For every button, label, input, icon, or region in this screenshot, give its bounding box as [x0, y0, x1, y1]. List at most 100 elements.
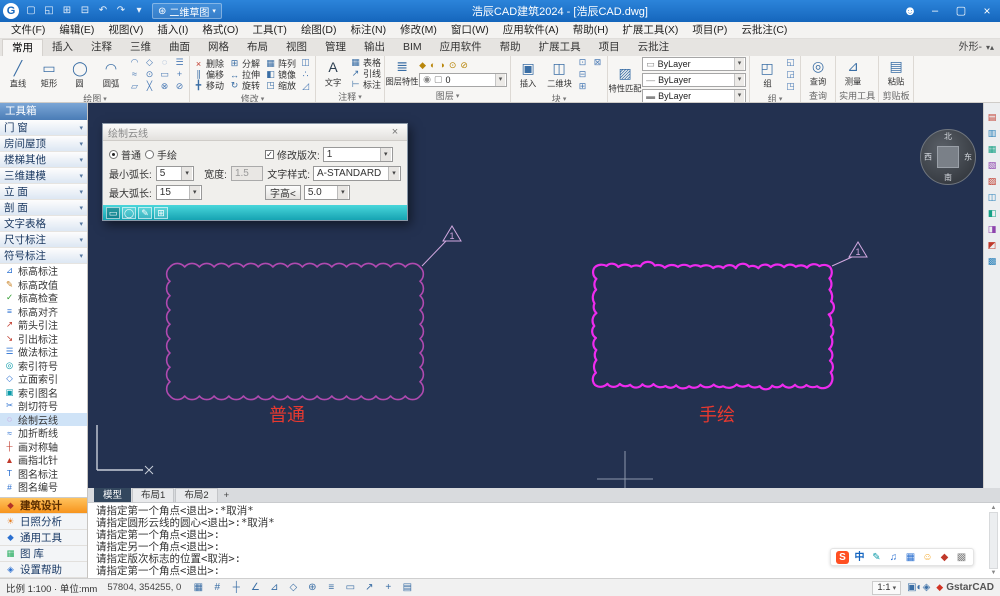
radio-freehand[interactable]: 手绘 [145, 147, 177, 162]
sidebar-group[interactable]: 符号标注▾ [0, 248, 87, 264]
menu-item[interactable]: 应用软件(A) [496, 22, 566, 39]
text-height-select[interactable]: 5.0 ▾ [304, 185, 350, 200]
sidebar-group[interactable]: 门 窗▾ [0, 120, 87, 136]
max-arc-select[interactable]: 15 ▾ [156, 185, 202, 200]
revision-select[interactable]: 1 ▾ [323, 147, 393, 162]
voice-input-icon[interactable]: ♫ [887, 551, 900, 564]
status-toggle-icon[interactable]: # [210, 581, 224, 595]
scroll-down-icon[interactable]: ▼ [991, 570, 997, 576]
ribbon-tab[interactable]: BIM [394, 39, 431, 56]
menu-item[interactable]: 帮助(H) [566, 22, 616, 39]
ribbon-mini-icon[interactable]: ⊡ [576, 57, 589, 68]
ribbon-tab[interactable]: 视图 [277, 39, 316, 56]
layer-tool-icon[interactable]: ◐ [430, 60, 435, 71]
toolbox-icon[interactable]: ▩ [955, 551, 968, 564]
panel-toggle-icon[interactable]: ▨ [986, 175, 999, 187]
chinese-mode-icon[interactable]: 中 [853, 551, 866, 564]
ribbon-button[interactable]: ◎查询 [804, 58, 832, 88]
menu-item[interactable]: 格式(O) [195, 22, 245, 39]
ribbon-tab[interactable]: 网格 [199, 39, 238, 56]
status-toggle-icon[interactable]: ⊿ [267, 581, 281, 595]
menu-item[interactable]: 插入(I) [150, 22, 195, 39]
status-icon[interactable]: ▣ [907, 582, 916, 593]
command-scrollbar[interactable]: ▲ ▼ [988, 505, 999, 576]
bylayer-select[interactable]: ▭ByLayer▾ [642, 57, 746, 71]
sidebar-group[interactable]: 立 面▾ [0, 184, 87, 200]
ribbon-button[interactable]: ▤粘贴 [882, 58, 910, 88]
menu-item[interactable]: 窗口(W) [444, 22, 496, 39]
dialog-close-button[interactable]: × [388, 126, 402, 138]
app-logo-icon[interactable]: G [3, 3, 19, 19]
scroll-up-icon[interactable]: ▲ [991, 505, 997, 511]
min-arc-select[interactable]: 5 ▾ [156, 166, 194, 181]
ribbon-mini-icon[interactable]: ▭ [158, 69, 171, 80]
ribbon-tab[interactable]: 布局 [238, 39, 277, 56]
ellipse-cloud-icon[interactable]: ◯ [122, 207, 136, 219]
ribbon-button[interactable]: ╋移动 [193, 80, 224, 91]
sidebar-item[interactable]: ▲画指北针 [0, 453, 87, 467]
panel-toggle-icon[interactable]: ▦ [986, 143, 999, 155]
ribbon-mini-icon[interactable]: ◠ [128, 57, 141, 68]
panel-toggle-icon[interactable]: ◨ [986, 223, 999, 235]
drawing-canvas[interactable]: 11普通手绘 北 西 东 南 绘制云线 × [88, 103, 983, 488]
bylayer-select[interactable]: ▬ByLayer▾ [642, 89, 746, 103]
ribbon-mini-icon[interactable]: ╳ [143, 81, 156, 92]
add-layout-button[interactable]: + [219, 490, 235, 501]
status-toggle-icon[interactable]: ∠ [248, 581, 262, 595]
ribbon-tab[interactable]: 项目 [590, 39, 629, 56]
new-file-icon[interactable]: ▢ [23, 2, 39, 20]
ribbon-tab[interactable]: 曲面 [160, 39, 199, 56]
layer-select[interactable]: ◉▢0▾ [419, 73, 507, 87]
sidebar-group[interactable]: 房间屋顶▾ [0, 136, 87, 152]
status-toggle-icon[interactable]: ◇ [286, 581, 300, 595]
ribbon-button[interactable]: ↻旋转 [229, 80, 260, 91]
menu-item[interactable]: 标注(N) [344, 22, 394, 39]
ribbon-tab[interactable]: 管理 [316, 39, 355, 56]
sidebar-item[interactable]: ◇立面索引 [0, 372, 87, 386]
ribbon-tab[interactable]: 帮助 [491, 39, 530, 56]
status-toggle-icon[interactable]: ▤ [400, 581, 414, 595]
menu-item[interactable]: 项目(P) [685, 22, 734, 39]
panel-toggle-icon[interactable]: ◫ [986, 191, 999, 203]
ribbon-tab[interactable]: 云批注 [629, 39, 679, 56]
keyboard-icon[interactable]: ▦ [904, 551, 917, 564]
sidebar-group[interactable]: 文字表格▾ [0, 216, 87, 232]
ribbon-mini-icon[interactable]: + [173, 69, 186, 80]
save-icon[interactable]: ⊞ [59, 2, 75, 20]
sidebar-item[interactable]: ◌绘制云线 [0, 413, 87, 427]
redo-icon[interactable]: ↷ [113, 2, 129, 20]
layout-tab[interactable]: 布局1 [132, 488, 174, 502]
command-line-panel[interactable]: 请指定第一个角点<退出>:*取消*请指定圆形云线的圆心<退出>:*取消*请指定第… [88, 502, 1000, 578]
scrollbar-track[interactable] [989, 512, 998, 569]
sidebar-item[interactable]: ▣索引图名 [0, 386, 87, 400]
ribbon-button[interactable]: ◫二维块 [545, 60, 573, 90]
ribbon-mini-icon[interactable]: ⊙ [143, 69, 156, 80]
menu-item[interactable]: 工具(T) [246, 22, 294, 39]
status-toggle-icon[interactable]: ▦ [191, 581, 205, 595]
menu-item[interactable]: 云批注(C) [734, 22, 794, 39]
ribbon-button[interactable]: ▨特性匹配 [611, 65, 639, 95]
ribbon-mini-icon[interactable]: ⊗ [158, 81, 171, 92]
panel-toggle-icon[interactable]: ▧ [986, 159, 999, 171]
ribbon-button[interactable]: ≣图层特性 [388, 58, 416, 88]
panel-toggle-icon[interactable]: ▥ [986, 127, 999, 139]
sidebar-item[interactable]: ◎索引符号 [0, 359, 87, 373]
sogou-input-icon[interactable]: S [836, 551, 849, 564]
dialog-titlebar[interactable]: 绘制云线 × [103, 124, 407, 141]
layout-tab[interactable]: 布局2 [175, 488, 217, 502]
viewcube-face[interactable] [937, 146, 959, 168]
ribbon-button[interactable]: ▣插入 [514, 60, 542, 90]
ribbon-mini-icon[interactable]: ⊠ [591, 57, 604, 68]
ribbon-button[interactable]: ◯圆 [66, 60, 94, 90]
menu-item[interactable]: 编辑(E) [52, 22, 101, 39]
ribbon-tab[interactable]: 扩展工具 [530, 39, 590, 56]
status-toggle-icon[interactable]: ▭ [343, 581, 357, 595]
menu-item[interactable]: 扩展工具(X) [615, 22, 685, 39]
status-toggle-icon[interactable]: ≡ [324, 581, 338, 595]
ribbon-tab[interactable]: 注释 [82, 39, 121, 56]
sidebar-item[interactable]: T图名标注 [0, 467, 87, 481]
menu-item[interactable]: 修改(M) [393, 22, 444, 39]
status-toggle-icon[interactable]: ⊕ [305, 581, 319, 595]
ribbon-tab[interactable]: 应用软件 [431, 39, 491, 56]
sidebar-item[interactable]: ↘引出标注 [0, 332, 87, 346]
